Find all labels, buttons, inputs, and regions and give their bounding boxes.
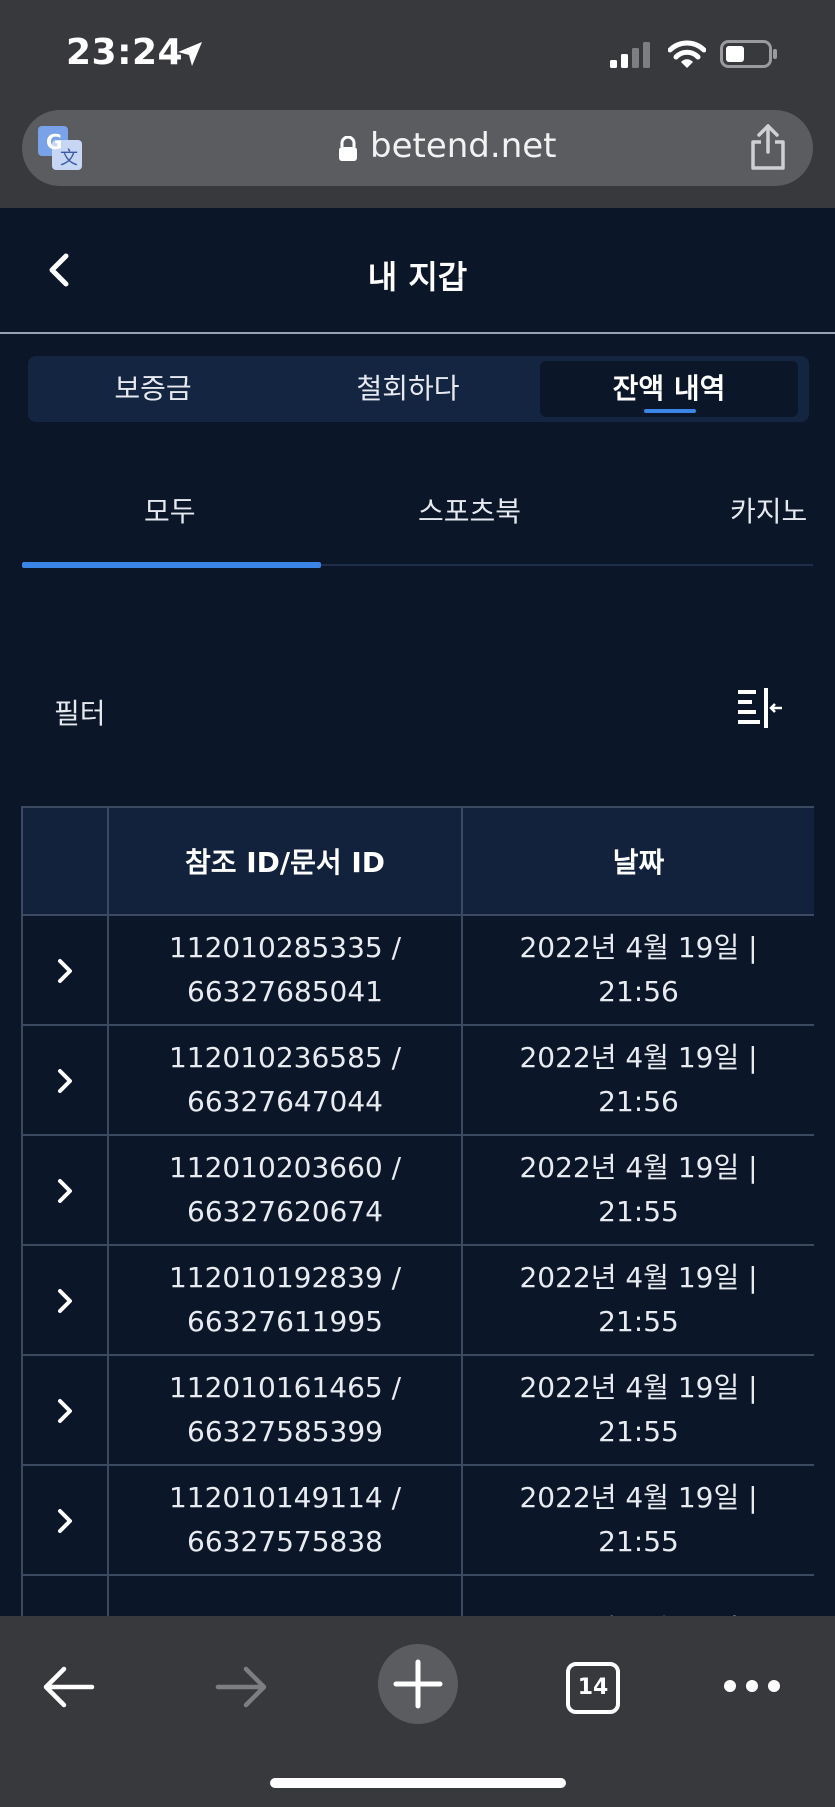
category-tabs: 모두 스포츠북 카지노 <box>0 470 835 570</box>
tab-balance-history[interactable]: 잔액 내역 <box>540 361 798 417</box>
address-bar[interactable]: G 文 betend.net <box>22 110 813 186</box>
table-row[interactable]: 112010285335 /66327685041 2022년 4월 19일 |… <box>21 914 814 1026</box>
page-title: 내 지갑 <box>367 258 468 296</box>
column-header-reference-id: 참조 ID/문서 ID <box>107 806 463 916</box>
wallet-tabs: 보증금 철회하다 잔액 내역 <box>28 356 809 422</box>
tab-deposit[interactable]: 보증금 <box>28 356 278 422</box>
reference-id-cell: 112010192839 /66327611995 <box>107 1244 463 1356</box>
translate-icon[interactable]: G 文 <box>38 126 84 170</box>
table-row[interactable]: 112010192839 /66327611995 2022년 4월 19일 |… <box>21 1244 814 1356</box>
chevron-right-icon[interactable] <box>54 1286 76 1316</box>
active-tab-indicator <box>644 409 696 413</box>
plus-icon <box>393 1659 443 1709</box>
table-row[interactable]: 112010236585 /66327647044 2022년 4월 19일 |… <box>21 1024 814 1136</box>
table-row[interactable]: 112010149114 /66327575838 2022년 4월 19일 |… <box>21 1464 814 1576</box>
active-category-indicator <box>22 562 321 568</box>
lock-icon <box>339 136 357 161</box>
battery-icon <box>720 40 777 68</box>
svg-text:文: 文 <box>60 148 78 169</box>
expand-cell[interactable] <box>21 1574 109 1616</box>
new-tab-button[interactable] <box>378 1644 458 1724</box>
expand-cell[interactable] <box>21 1134 109 1246</box>
home-indicator <box>270 1778 566 1788</box>
arrow-left-icon[interactable] <box>40 1664 96 1710</box>
date-cell: 2022년 4월 19일 | 21:55 <box>461 1354 814 1466</box>
tab-withdraw[interactable]: 철회하다 <box>278 356 538 422</box>
date-cell: 2022년 4월 19일 | 21:55 <box>461 1134 814 1246</box>
reference-id-cell: 112010203660 /66327620674 <box>107 1134 463 1246</box>
column-header-date: 날짜 <box>461 806 814 916</box>
arrow-right-icon[interactable] <box>214 1664 270 1710</box>
chevron-right-icon[interactable] <box>54 1396 76 1426</box>
expand-cell[interactable] <box>21 1244 109 1356</box>
table-row[interactable]: 112010203660 /66327620674 2022년 4월 19일 |… <box>21 1134 814 1246</box>
chevron-right-icon[interactable] <box>54 1176 76 1206</box>
page-header: 내 지갑 <box>0 208 835 334</box>
browser-toolbar: G 文 betend.net <box>0 110 835 208</box>
tab-all[interactable]: 모두 <box>144 490 196 530</box>
expand-cell[interactable] <box>21 1354 109 1466</box>
collapse-filter-icon[interactable] <box>736 688 782 728</box>
date-cell: 2022년 4월 19일 | 21:56 <box>461 914 814 1026</box>
url-text[interactable]: betend.net <box>370 126 557 166</box>
tab-casino[interactable]: 카지노 <box>730 490 807 530</box>
tabs-button[interactable]: 14 <box>566 1662 620 1714</box>
tab-balance-history-label: 잔액 내역 <box>612 372 726 405</box>
history-table: 참조 ID/문서 ID 날짜 112010285335 /66327685041… <box>21 806 814 1616</box>
date-cell: 2022년 4월 19일 | 21:56 <box>461 1024 814 1136</box>
filter-label[interactable]: 필터 <box>54 692 106 732</box>
table-row[interactable]: 112010028806 / 2022년 4월 19일 | <box>21 1574 814 1616</box>
date-cell: 2022년 4월 19일 | 21:55 <box>461 1464 814 1576</box>
reference-id-cell: 112010236585 /66327647044 <box>107 1024 463 1136</box>
wifi-icon <box>668 40 706 68</box>
expand-cell[interactable] <box>21 1464 109 1576</box>
reference-id-cell: 112010028806 / <box>107 1574 463 1616</box>
table-header-row: 참조 ID/문서 ID 날짜 <box>21 806 814 916</box>
status-bar: 23:24 <box>0 0 835 110</box>
chevron-right-icon[interactable] <box>54 1506 76 1536</box>
chevron-right-icon[interactable] <box>54 956 76 986</box>
share-icon[interactable] <box>748 124 788 170</box>
cellular-signal-icon <box>610 42 650 68</box>
table-row[interactable]: 112010161465 /66327585399 2022년 4월 19일 |… <box>21 1354 814 1466</box>
reference-id-cell: 112010285335 /66327685041 <box>107 914 463 1026</box>
location-arrow-icon <box>178 42 202 66</box>
expand-cell[interactable] <box>21 1024 109 1136</box>
date-cell: 2022년 4월 19일 | <box>461 1574 814 1616</box>
date-cell: 2022년 4월 19일 | 21:55 <box>461 1244 814 1356</box>
column-header-expand <box>21 806 109 916</box>
tab-sportsbook[interactable]: 스포츠북 <box>418 490 521 530</box>
more-icon[interactable] <box>722 1674 782 1698</box>
expand-cell[interactable] <box>21 914 109 1026</box>
status-time: 23:24 <box>66 32 184 73</box>
browser-bottom-bar: 14 <box>0 1616 835 1807</box>
chevron-right-icon[interactable] <box>54 1066 76 1096</box>
reference-id-cell: 112010149114 /66327575838 <box>107 1464 463 1576</box>
reference-id-cell: 112010161465 /66327585399 <box>107 1354 463 1466</box>
